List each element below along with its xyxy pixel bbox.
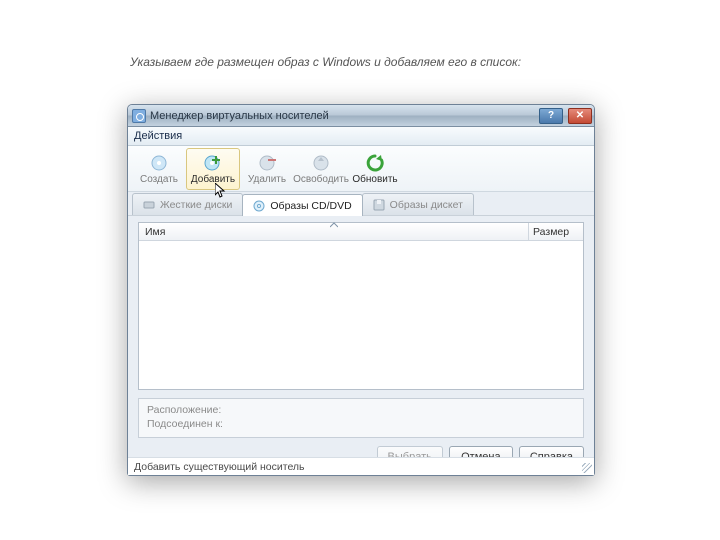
hdd-icon [143,199,155,211]
toolbar-create-label: Создать [140,174,178,185]
titlebar-help-button[interactable]: ? [539,108,563,124]
page-caption: Указываем где размещен образ с Windows и… [130,55,630,69]
list-body-empty [139,241,583,389]
status-text: Добавить существующий носитель [134,461,305,473]
media-list[interactable]: Имя Размер [138,222,584,390]
release-disk-icon [311,153,331,173]
toolbar-remove-button: Удалить [240,148,294,190]
toolbar-add-button[interactable]: Добавить [186,148,240,190]
menu-actions[interactable]: Действия [134,130,182,142]
toolbar-release-button: Освободить [294,148,348,190]
refresh-icon [365,153,385,173]
titlebar[interactable]: Менеджер виртуальных носителей ? ✕ [128,105,594,127]
info-location-label: Расположение: [147,403,575,417]
toolbar-refresh-label: Обновить [352,174,397,185]
tab-hdd-label: Жесткие диски [160,199,232,211]
tab-hard-disks: Жесткие диски [132,193,243,215]
tab-cd-images[interactable]: Образы CD/DVD [242,194,362,216]
titlebar-close-button[interactable]: ✕ [568,108,592,124]
col-size-label: Размер [533,226,569,238]
add-disk-icon [203,153,223,173]
remove-disk-icon [257,153,277,173]
info-connected-label: Подсоединен к: [147,417,575,431]
tab-cd-label: Образы CD/DVD [270,200,351,212]
toolbar-release-label: Освободить [293,174,349,185]
toolbar-add-label: Добавить [191,174,235,185]
sort-caret-icon [330,222,338,228]
menubar: Действия [128,127,594,146]
floppy-icon [373,199,385,211]
status-bar: Добавить существующий носитель [128,457,594,475]
app-icon [132,109,146,123]
toolbar: Создать Добавить Удалить Освободить [128,146,594,192]
toolbar-refresh-button[interactable]: Обновить [348,148,402,190]
list-header: Имя Размер [139,223,583,241]
window-title: Менеджер виртуальных носителей [150,110,535,122]
info-panel: Расположение: Подсоединен к: [138,398,584,438]
toolbar-create-button: Создать [132,148,186,190]
tab-floppy-label: Образы дискет [390,199,463,211]
col-name-header[interactable]: Имя [139,223,529,240]
col-name-label: Имя [145,226,165,238]
tabs: Жесткие диски Образы CD/DVD Образы диске… [128,192,594,216]
tab-floppy-images: Образы дискет [362,193,474,215]
new-disk-icon [149,153,169,173]
toolbar-remove-label: Удалить [248,174,286,185]
col-size-header[interactable]: Размер [529,223,583,240]
cd-icon [253,200,265,212]
virtual-media-manager-window: Менеджер виртуальных носителей ? ✕ Дейст… [127,104,595,476]
